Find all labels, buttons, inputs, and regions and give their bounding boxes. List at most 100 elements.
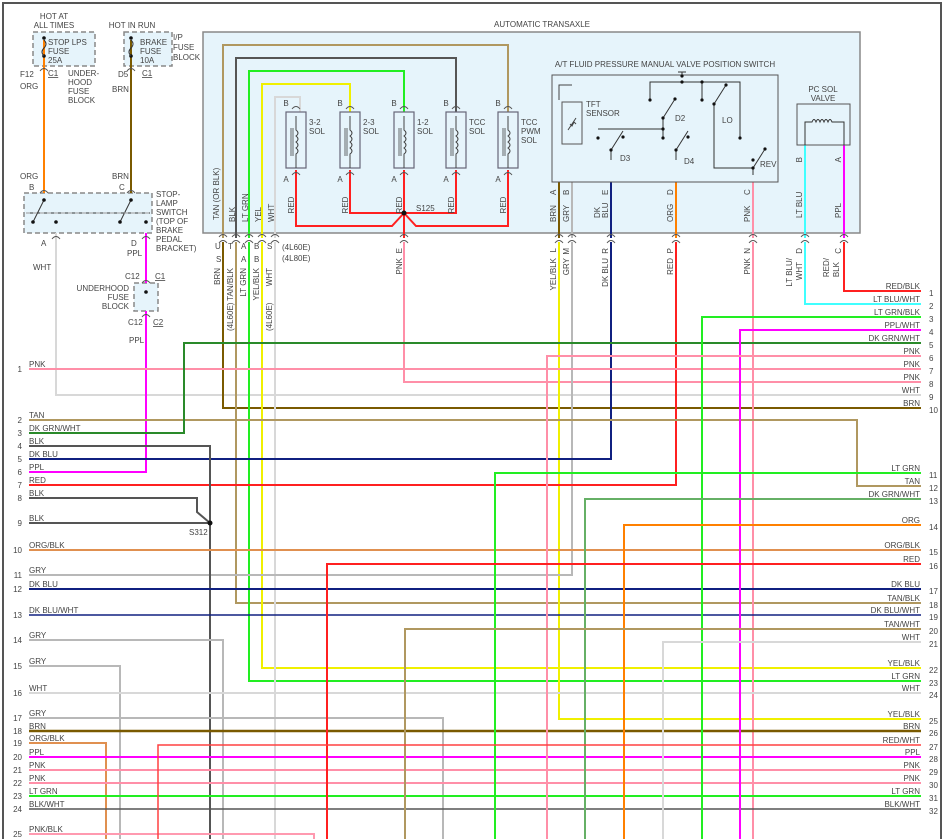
left-row-wire-label: DK BLU bbox=[29, 450, 58, 459]
wire-color-label: WHT bbox=[33, 263, 51, 272]
pin-label: E bbox=[395, 248, 404, 253]
splice-label: S312 bbox=[189, 528, 208, 537]
contact-dot bbox=[700, 80, 704, 84]
left-row-wire-label: BLK bbox=[29, 489, 45, 498]
wire-color-label: BRN bbox=[112, 85, 129, 94]
left-row-number: 18 bbox=[13, 727, 22, 736]
right-row-wire-label: RED bbox=[903, 555, 920, 564]
connector-label: C1 bbox=[142, 69, 153, 78]
fuse-block-label: I/P bbox=[173, 33, 183, 42]
manual-valve-position-switch bbox=[551, 74, 779, 183]
right-row-number: 14 bbox=[929, 523, 938, 532]
wire-color-label: ORG bbox=[20, 172, 38, 181]
pin-label: B bbox=[562, 190, 571, 195]
left-row-number: 9 bbox=[18, 519, 23, 528]
contact-dot bbox=[609, 148, 613, 152]
fuse-block-label: BLOCK bbox=[68, 96, 96, 105]
pin-label: B bbox=[254, 242, 259, 251]
pin-a-label: A bbox=[337, 175, 343, 184]
contact-dot bbox=[661, 136, 665, 140]
right-row-wire-label: WHT bbox=[902, 386, 920, 395]
splice-s312 bbox=[207, 520, 213, 526]
right-row-number: 4 bbox=[929, 328, 934, 337]
transaxle-title: AUTOMATIC TRANSAXLE bbox=[494, 20, 590, 29]
left-row-number: 25 bbox=[13, 830, 22, 839]
variant-label: (4L60E) bbox=[282, 243, 311, 252]
connector-label: C1 bbox=[48, 69, 59, 78]
pin-label: L bbox=[549, 247, 558, 252]
fuse-terminal bbox=[129, 36, 133, 40]
right-row-wire-label: YEL/BLK bbox=[888, 659, 921, 668]
solenoid-name: SOL bbox=[417, 127, 434, 136]
left-row-wire-label: BLK bbox=[29, 437, 45, 446]
cavity-label: D5 bbox=[118, 70, 129, 79]
stop-lamp-switch-label: STOP- bbox=[156, 190, 181, 199]
wire-color-label: BRN bbox=[112, 172, 129, 181]
contact-dot bbox=[661, 116, 665, 120]
wire-color-label: PPL bbox=[129, 336, 145, 345]
pin-label: R bbox=[601, 248, 610, 254]
left-row-wire-label: ORG/BLK bbox=[29, 541, 65, 550]
right-row-number: 20 bbox=[929, 627, 938, 636]
right-row-number: 5 bbox=[929, 341, 934, 350]
right-row-number: 15 bbox=[929, 548, 938, 557]
contact-dot bbox=[661, 127, 665, 131]
outside-wire-label: BRN bbox=[213, 268, 222, 285]
left-row-wire-label: DK BLU/WHT bbox=[29, 606, 78, 615]
left-row-wire-label: ORG/BLK bbox=[29, 734, 65, 743]
left-row-wire-label: LT GRN bbox=[29, 787, 58, 796]
contact-dot bbox=[724, 83, 728, 87]
inside-wire-label: YEL bbox=[254, 206, 263, 222]
right-row-number: 3 bbox=[929, 315, 934, 324]
stop-lamp-switch-label: SWITCH bbox=[156, 208, 188, 217]
left-row-wire-label: PNK bbox=[29, 774, 46, 783]
right-row-number: 12 bbox=[929, 484, 938, 493]
left-row-number: 8 bbox=[18, 494, 23, 503]
pin-label: B bbox=[29, 183, 34, 192]
left-row-number: 23 bbox=[13, 792, 22, 801]
right-row-wire-label: TAN bbox=[905, 477, 921, 486]
pin-label: S bbox=[267, 242, 272, 251]
position-label-lo: LO bbox=[722, 116, 733, 125]
variant-label: (4L60E) bbox=[265, 302, 274, 331]
right-row-wire-label: RED/BLK bbox=[886, 282, 921, 291]
switch-title: A/T FLUID PRESSURE MANUAL VALVE POSITION… bbox=[555, 60, 775, 69]
pin-b-label: B bbox=[283, 99, 288, 108]
tft-label: SENSOR bbox=[586, 109, 620, 118]
pin-label: A bbox=[834, 156, 843, 162]
wire-color-label: RED/ bbox=[822, 257, 831, 277]
right-row-wire-label: BRN bbox=[903, 722, 920, 731]
contact-dot bbox=[700, 98, 704, 102]
left-row-wire-label: WHT bbox=[29, 684, 47, 693]
right-row-wire-label: YEL/BLK bbox=[888, 710, 921, 719]
outside-wire-label: WHT bbox=[265, 268, 274, 286]
contact-dot bbox=[129, 198, 133, 202]
stop-lamp-switch-label: PEDAL bbox=[156, 235, 183, 244]
stop-lamp-switch-label: BRAKE bbox=[156, 226, 183, 235]
left-row-number: 5 bbox=[18, 455, 23, 464]
right-row-number: 30 bbox=[929, 781, 938, 790]
right-row-wire-label: DK GRN/WHT bbox=[868, 490, 920, 499]
left-row-number: 1 bbox=[18, 365, 23, 374]
wire-color-label: RED bbox=[341, 196, 350, 213]
outside-wire-label: YEL/BLK bbox=[252, 267, 261, 300]
pin-label: U bbox=[215, 242, 221, 251]
right-row-wire-label: PNK bbox=[904, 373, 921, 382]
wire-color-label: LT BLU bbox=[795, 191, 804, 218]
pin-label: A bbox=[241, 255, 247, 264]
solenoid-name: SOL bbox=[363, 127, 380, 136]
stop-lamp-switch-label: LAMP bbox=[156, 199, 178, 208]
pin-label: A bbox=[549, 189, 558, 195]
variant-label: (4L60E) bbox=[226, 302, 235, 331]
left-row-number: 21 bbox=[13, 766, 22, 775]
right-row-wire-label: PNK bbox=[904, 360, 921, 369]
pin-a-label: A bbox=[443, 175, 449, 184]
left-row-wire-label: PNK bbox=[29, 360, 46, 369]
pin-label: P bbox=[666, 248, 675, 253]
pin-label: C bbox=[834, 248, 843, 254]
pin-label: A bbox=[41, 239, 47, 248]
right-row-number: 26 bbox=[929, 729, 938, 738]
fuse-terminal bbox=[42, 36, 46, 40]
pin-label: A bbox=[241, 242, 247, 251]
left-row-number: 12 bbox=[13, 585, 22, 594]
